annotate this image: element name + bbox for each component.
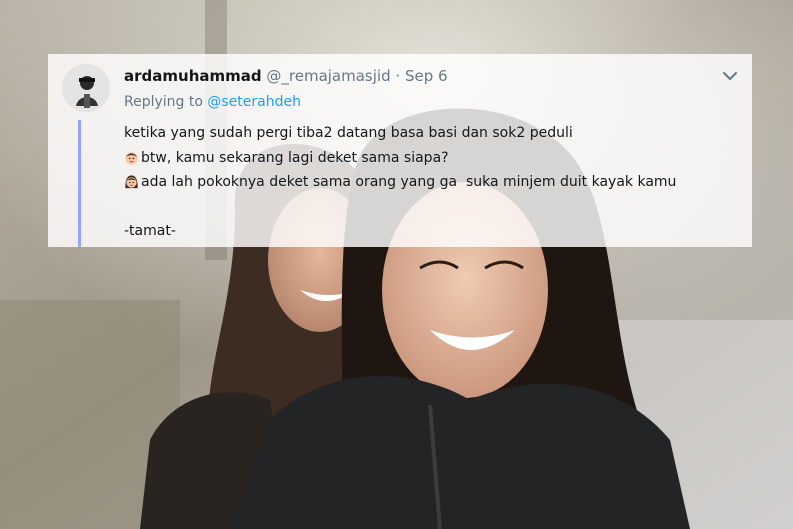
tweet-card[interactable]: ardamuhammad @_remajamasjid · Sep 6 Repl…: [48, 54, 752, 247]
display-name[interactable]: ardamuhammad: [124, 67, 262, 85]
tweet-header: ardamuhammad @_remajamasjid · Sep 6: [124, 65, 716, 87]
tweet-line: ketika yang sudah pergi tiba2 datang bas…: [124, 125, 573, 141]
tweet-line-text: ada lah pokoknya deket sama orang yang g…: [141, 174, 677, 190]
tweet-line: -tamat-: [124, 223, 176, 239]
mention-link[interactable]: @seterahdeh: [207, 94, 301, 110]
avatar[interactable]: [62, 64, 110, 112]
tweet-line-text: btw, kamu sekarang lagi deket sama siapa…: [141, 149, 449, 166]
tweet-date[interactable]: Sep 6: [405, 67, 448, 85]
tweet-text: ketika yang sudah pergi tiba2 datang bas…: [124, 121, 734, 244]
avatar-figure-icon: [62, 64, 110, 112]
tweet-line: ada lah pokoknya deket sama orang yang g…: [124, 170, 734, 195]
replying-to: Replying to @seterahdeh: [124, 91, 301, 113]
tweet-line: btw, kamu sekarang lagi deket sama siapa…: [124, 146, 734, 171]
user-handle[interactable]: @_remajamasjid: [266, 67, 390, 85]
boy-face-emoji: [125, 151, 138, 165]
separator: ·: [395, 67, 401, 85]
woman-face-emoji: [125, 175, 138, 189]
chevron-down-icon[interactable]: [722, 68, 738, 84]
replying-prefix: Replying to: [124, 94, 203, 110]
thread-line: [78, 120, 81, 247]
